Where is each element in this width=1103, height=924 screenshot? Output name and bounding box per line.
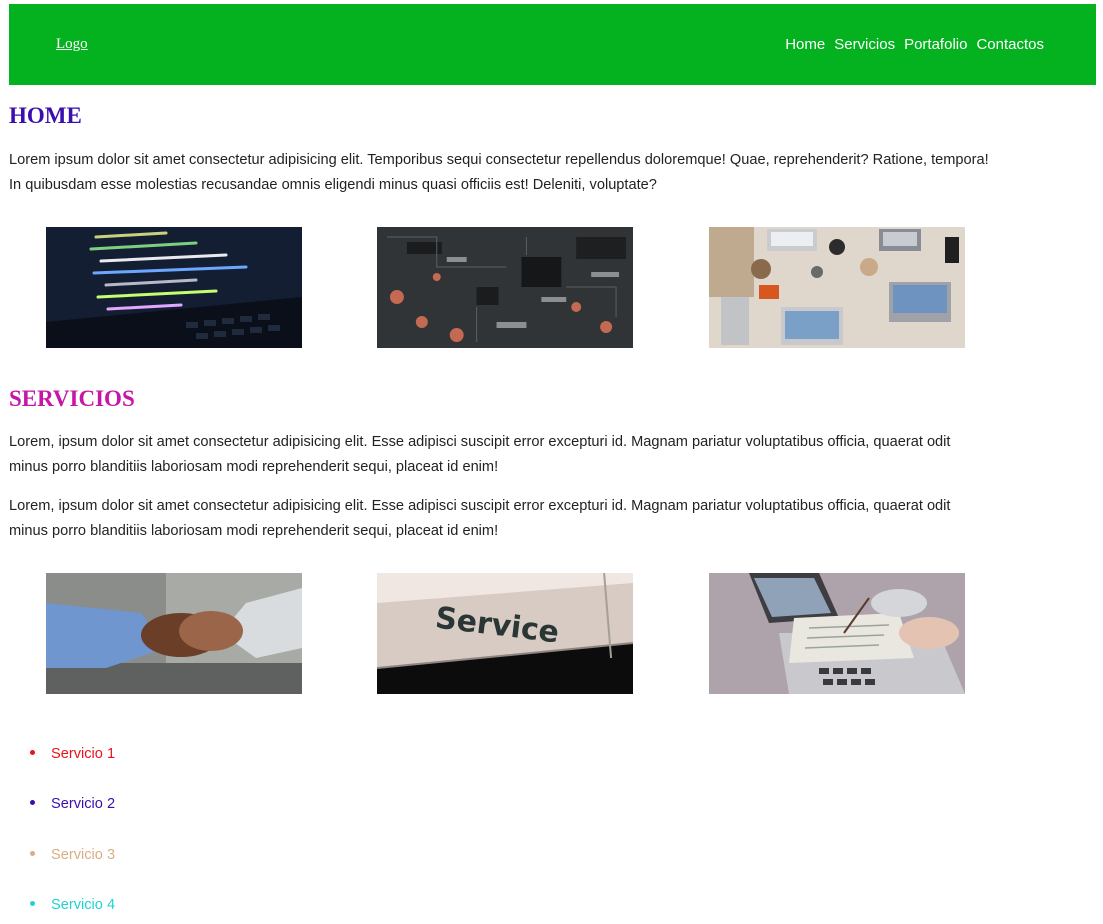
list-item-label: Servicio 2 — [51, 796, 116, 812]
paperwork-laptop-image — [709, 573, 965, 694]
bullet-icon — [30, 900, 35, 906]
list-item-label: Servicio 4 — [51, 897, 116, 913]
nav-home[interactable]: Home — [785, 36, 825, 53]
nav-servicios[interactable]: Servicios — [834, 36, 895, 53]
home-heading: HOME — [9, 103, 82, 128]
servicios-paragraph-2: Lorem, ipsum dolor sit amet consectetur … — [9, 498, 951, 539]
logo-link[interactable]: Logo — [56, 36, 88, 53]
main-nav: Home Servicios Portafolio Contactos — [785, 36, 1044, 53]
list-item-servicio-1[interactable]: Servicio 1 — [30, 746, 115, 762]
service-sign-image: Service — [377, 573, 633, 694]
servicios-paragraph-1: Lorem, ipsum dolor sit amet consectetur … — [9, 434, 951, 475]
handshake-image — [46, 573, 302, 694]
bullet-icon — [30, 850, 35, 856]
circuit-board-image — [377, 227, 633, 348]
servicios-heading: SERVICIOS — [9, 386, 135, 411]
list-item-label: Servicio 1 — [51, 746, 116, 762]
bullet-icon — [30, 799, 35, 805]
nav-portafolio[interactable]: Portafolio — [904, 36, 967, 53]
list-item-label: Servicio 3 — [51, 847, 116, 863]
list-item-servicio-2[interactable]: Servicio 2 — [30, 796, 115, 812]
team-laptops-desk-image — [709, 227, 965, 348]
list-item-servicio-3[interactable]: Servicio 3 — [30, 847, 115, 863]
home-paragraph: Lorem ipsum dolor sit amet consectetur a… — [9, 152, 989, 193]
list-item-servicio-4[interactable]: Servicio 4 — [30, 897, 115, 913]
code-on-laptop-image — [46, 227, 302, 348]
bullet-icon — [30, 749, 35, 755]
nav-contactos[interactable]: Contactos — [976, 36, 1044, 53]
header-bar: Logo Home Servicios Portafolio Contactos — [9, 4, 1096, 85]
